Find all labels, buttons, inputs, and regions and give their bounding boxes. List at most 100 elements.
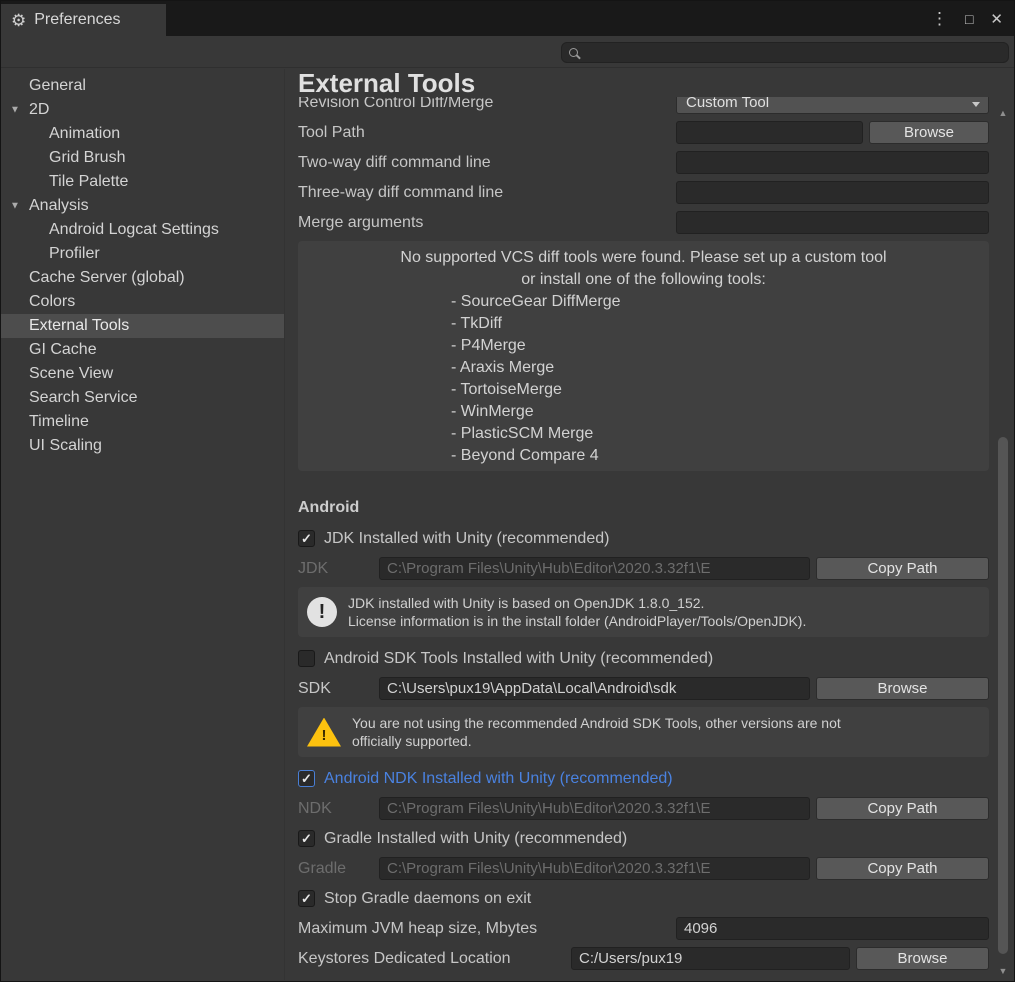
ndk-installed-label: Android NDK Installed with Unity (recomm… <box>324 770 673 788</box>
sdk-installed-checkbox[interactable] <box>298 650 315 667</box>
revision-control-label: Revision Control Diff/Merge <box>298 97 676 112</box>
two-way-diff-input[interactable] <box>676 151 989 174</box>
revision-control-row: Revision Control Diff/Merge Custom Tool <box>298 97 989 114</box>
stop-gradle-label: Stop Gradle daemons on exit <box>324 890 531 908</box>
gear-icon: ⚙ <box>11 12 26 29</box>
jvm-heap-row: Maximum JVM heap size, Mbytes <box>298 917 989 940</box>
dropdown-arrow-icon <box>972 102 980 107</box>
keystores-input[interactable] <box>571 947 850 970</box>
jdk-notice-text: JDK installed with Unity is based on Ope… <box>348 594 806 630</box>
scroll-up-icon[interactable]: ▲ <box>995 106 1011 120</box>
sdk-warning-box: ! You are not using the recommended Andr… <box>298 707 989 757</box>
close-icon[interactable]: ✕ <box>990 10 1003 28</box>
sidebar-item-scene-view[interactable]: Scene View <box>1 362 284 386</box>
sidebar-item-colors[interactable]: Colors <box>1 290 284 314</box>
sidebar-item-ui-scaling[interactable]: UI Scaling <box>1 434 284 458</box>
sidebar-item-profiler[interactable]: Profiler <box>1 242 284 266</box>
stop-gradle-checkbox[interactable]: ✓ <box>298 890 315 907</box>
vertical-scrollbar[interactable]: ▲ ▼ <box>995 106 1011 978</box>
vcs-tool-item: - Araxis Merge <box>298 357 989 379</box>
search-box[interactable] <box>561 42 1009 63</box>
sidebar-item-search-service[interactable]: Search Service <box>1 386 284 410</box>
jvm-heap-input[interactable] <box>676 917 989 940</box>
jdk-notice-box: ! JDK installed with Unity is based on O… <box>298 587 989 637</box>
vcs-notice-line2: or install one of the following tools: <box>298 269 989 291</box>
jdk-installed-row: ✓ JDK Installed with Unity (recommended) <box>298 527 989 550</box>
vcs-tool-item: - P4Merge <box>298 335 989 357</box>
vcs-tool-item: - TortoiseMerge <box>298 379 989 401</box>
window-menu-icon[interactable]: ⋮ <box>931 9 948 29</box>
preferences-window: ⚙ Preferences ⋮ □ ✕ General ▼2D Animatio… <box>0 0 1015 982</box>
jvm-heap-label: Maximum JVM heap size, Mbytes <box>298 920 676 938</box>
titlebar-controls: ⋮ □ ✕ <box>931 1 1014 36</box>
two-way-diff-row: Two-way diff command line <box>298 151 989 174</box>
ndk-installed-checkbox[interactable]: ✓ <box>298 770 315 787</box>
tool-path-browse-button[interactable]: Browse <box>869 121 989 144</box>
foldout-open-icon[interactable]: ▼ <box>10 201 20 212</box>
sidebar-item-timeline[interactable]: Timeline <box>1 410 284 434</box>
ndk-path-label: NDK <box>298 800 379 818</box>
sdk-browse-button[interactable]: Browse <box>816 677 989 700</box>
tab-preferences[interactable]: ⚙ Preferences <box>1 4 166 36</box>
sidebar-item-animation[interactable]: Animation <box>1 122 284 146</box>
gradle-installed-checkbox[interactable]: ✓ <box>298 830 315 847</box>
sidebar-item-analysis[interactable]: ▼Analysis <box>1 194 284 218</box>
jdk-installed-checkbox[interactable]: ✓ <box>298 530 315 547</box>
sidebar-item-external-tools[interactable]: External Tools <box>1 314 284 338</box>
main-header: External Tools <box>285 69 993 97</box>
merge-arguments-label: Merge arguments <box>298 214 676 232</box>
gradle-path-row: Gradle Copy Path <box>298 857 989 880</box>
jdk-installed-label: JDK Installed with Unity (recommended) <box>324 530 609 548</box>
search-input[interactable] <box>585 45 1001 61</box>
jdk-copy-path-button[interactable]: Copy Path <box>816 557 989 580</box>
tool-path-row: Tool Path Browse <box>298 121 989 144</box>
revision-tool-dropdown[interactable]: Custom Tool <box>676 97 989 114</box>
ndk-path-row: NDK Copy Path <box>298 797 989 820</box>
vcs-notice-box: No supported VCS diff tools were found. … <box>298 241 989 471</box>
check-icon: ✓ <box>301 532 312 545</box>
sidebar-item-grid-brush[interactable]: Grid Brush <box>1 146 284 170</box>
scrollbar-thumb[interactable] <box>998 437 1008 954</box>
keystores-row: Keystores Dedicated Location Browse <box>298 947 989 970</box>
two-way-diff-label: Two-way diff command line <box>298 154 676 172</box>
sidebar-item-android-logcat-settings[interactable]: Android Logcat Settings <box>1 218 284 242</box>
three-way-diff-row: Three-way diff command line <box>298 181 989 204</box>
jdk-path-row: JDK Copy Path <box>298 557 989 580</box>
gradle-installed-label: Gradle Installed with Unity (recommended… <box>324 830 627 848</box>
keystores-label: Keystores Dedicated Location <box>298 950 571 968</box>
merge-arguments-row: Merge arguments <box>298 211 989 234</box>
gradle-installed-row: ✓ Gradle Installed with Unity (recommend… <box>298 827 989 850</box>
warning-icon: ! <box>307 718 341 747</box>
merge-arguments-input[interactable] <box>676 211 989 234</box>
foldout-open-icon[interactable]: ▼ <box>10 105 20 116</box>
sdk-path-label: SDK <box>298 680 379 698</box>
stop-gradle-row: ✓ Stop Gradle daemons on exit <box>298 887 989 910</box>
sdk-path-input[interactable] <box>379 677 810 700</box>
maximize-icon[interactable]: □ <box>965 11 973 27</box>
keystores-browse-button[interactable]: Browse <box>856 947 989 970</box>
vcs-tool-item: - TkDiff <box>298 313 989 335</box>
sidebar-item-cache-server[interactable]: Cache Server (global) <box>1 266 284 290</box>
tool-path-input[interactable] <box>676 121 863 144</box>
page-title: External Tools <box>298 69 993 97</box>
vcs-tool-item: - SourceGear DiffMerge <box>298 291 989 313</box>
sidebar-item-tile-palette[interactable]: Tile Palette <box>1 170 284 194</box>
search-icon <box>569 48 578 57</box>
three-way-diff-input[interactable] <box>676 181 989 204</box>
window-title: Preferences <box>34 11 120 29</box>
sdk-installed-label: Android SDK Tools Installed with Unity (… <box>324 650 713 668</box>
sidebar-item-2d[interactable]: ▼2D <box>1 98 284 122</box>
ndk-copy-path-button[interactable]: Copy Path <box>816 797 989 820</box>
vcs-notice-line1: No supported VCS diff tools were found. … <box>298 247 989 269</box>
ndk-installed-row: ✓ Android NDK Installed with Unity (reco… <box>298 767 989 790</box>
gradle-copy-path-button[interactable]: Copy Path <box>816 857 989 880</box>
check-icon: ✓ <box>301 832 312 845</box>
scroll-down-icon[interactable]: ▼ <box>995 964 1011 978</box>
sidebar-item-general[interactable]: General <box>1 74 284 98</box>
jdk-path-input <box>379 557 810 580</box>
sdk-path-row: SDK Browse <box>298 677 989 700</box>
sidebar-item-gi-cache[interactable]: GI Cache <box>1 338 284 362</box>
ndk-path-input <box>379 797 810 820</box>
titlebar: ⚙ Preferences ⋮ □ ✕ <box>1 1 1014 36</box>
tool-path-label: Tool Path <box>298 124 676 142</box>
